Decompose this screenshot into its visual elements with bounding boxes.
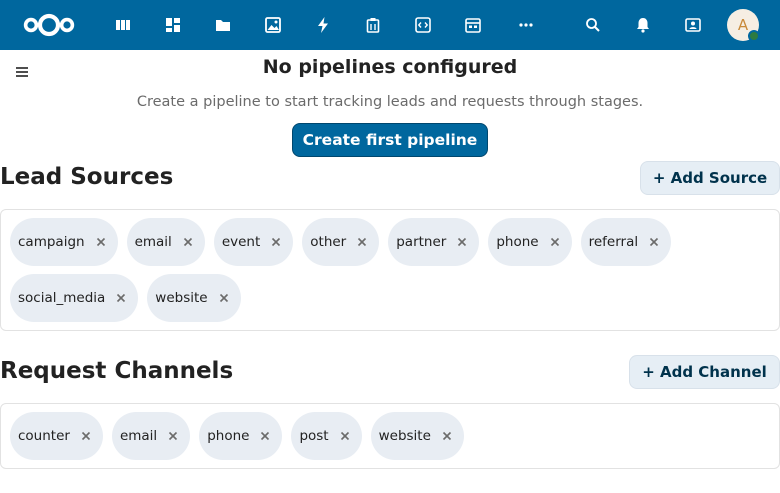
- remove-tag-icon[interactable]: [269, 235, 283, 249]
- tag-chip: email: [111, 412, 191, 460]
- files-icon[interactable]: [210, 12, 236, 38]
- remove-tag-icon[interactable]: [114, 291, 128, 305]
- tag-chip-label: website: [155, 290, 208, 306]
- tag-chip-label: referral: [588, 234, 639, 250]
- tag-chip-label: social_media: [18, 290, 106, 306]
- activity-icon[interactable]: [310, 12, 336, 38]
- tag-chip: partner: [388, 218, 480, 266]
- remove-tag-icon[interactable]: [94, 235, 108, 249]
- tag-chip-label: phone: [207, 428, 250, 444]
- more-apps-icon[interactable]: [513, 12, 539, 38]
- lead-sources-chips: campaign email event other partner phone refer…: [10, 218, 771, 322]
- empty-state-description: Create a pipeline to start tracking lead…: [136, 94, 644, 110]
- remove-tag-icon[interactable]: [166, 429, 180, 443]
- tag-chip-label: campaign: [18, 234, 85, 250]
- top-header: A: [0, 0, 780, 50]
- tag-chip: event: [213, 218, 294, 266]
- tag-chip-label: post: [299, 428, 329, 444]
- remove-tag-icon[interactable]: [258, 429, 272, 443]
- avatar-initial: A: [737, 16, 749, 34]
- tag-chip: phone: [199, 412, 283, 460]
- search-icon[interactable]: [580, 12, 606, 38]
- remove-tag-icon[interactable]: [181, 235, 195, 249]
- nextcloud-logo[interactable]: [22, 10, 76, 40]
- request-channels-chips: counter email phone post website: [10, 412, 771, 460]
- notifications-icon[interactable]: [630, 12, 656, 38]
- user-avatar[interactable]: A: [727, 9, 760, 42]
- remove-tag-icon[interactable]: [440, 429, 454, 443]
- tag-chip-label: email: [119, 428, 158, 444]
- tag-chip: counter: [10, 412, 103, 460]
- tag-chip: post: [291, 412, 362, 460]
- tag-chip: website: [147, 274, 241, 322]
- deck-icon[interactable]: [360, 12, 386, 38]
- remove-tag-icon[interactable]: [647, 235, 661, 249]
- empty-state-title: No pipelines configured: [262, 56, 518, 78]
- tag-chip: referral: [580, 218, 672, 266]
- remove-tag-icon[interactable]: [79, 429, 93, 443]
- add-source-button[interactable]: + Add Source: [640, 161, 780, 195]
- photos-icon[interactable]: [260, 12, 286, 38]
- remove-tag-icon[interactable]: [455, 235, 469, 249]
- tag-chip: campaign: [10, 218, 118, 266]
- remove-tag-icon[interactable]: [548, 235, 562, 249]
- tag-chip: social_media: [10, 274, 139, 322]
- tables-icon[interactable]: [160, 12, 186, 38]
- tag-chip: email: [126, 218, 205, 266]
- lead-sources-list: campaign email event other partner phone refer…: [0, 209, 780, 331]
- tag-chip-label: partner: [396, 234, 447, 250]
- code-icon[interactable]: [410, 12, 436, 38]
- remove-tag-icon[interactable]: [217, 291, 231, 305]
- main-content: No pipelines configured Create a pipelin…: [0, 50, 780, 493]
- tag-chip-label: phone: [496, 234, 539, 250]
- tag-chip: website: [370, 412, 464, 460]
- add-channel-button[interactable]: + Add Channel: [629, 355, 780, 389]
- contacts-icon[interactable]: [680, 12, 706, 38]
- tag-chip-label: website: [378, 428, 431, 444]
- tag-chip: phone: [488, 218, 572, 266]
- calendar-table-icon[interactable]: [460, 12, 486, 38]
- tag-chip-label: event: [221, 234, 261, 250]
- request-channels-list: counter email phone post website: [0, 403, 780, 469]
- create-first-pipeline-button[interactable]: Create first pipeline: [292, 123, 488, 157]
- tag-chip-label: counter: [18, 428, 70, 444]
- remove-tag-icon[interactable]: [338, 429, 352, 443]
- request-channels-title: Request Channels: [0, 358, 234, 384]
- dashboard-icon[interactable]: [110, 12, 136, 38]
- tag-chip: other: [302, 218, 380, 266]
- remove-tag-icon[interactable]: [355, 235, 369, 249]
- tag-chip-label: email: [134, 234, 172, 250]
- lead-sources-title: Lead Sources: [0, 164, 174, 190]
- online-status-indicator: [748, 30, 760, 42]
- tag-chip-label: other: [310, 234, 347, 250]
